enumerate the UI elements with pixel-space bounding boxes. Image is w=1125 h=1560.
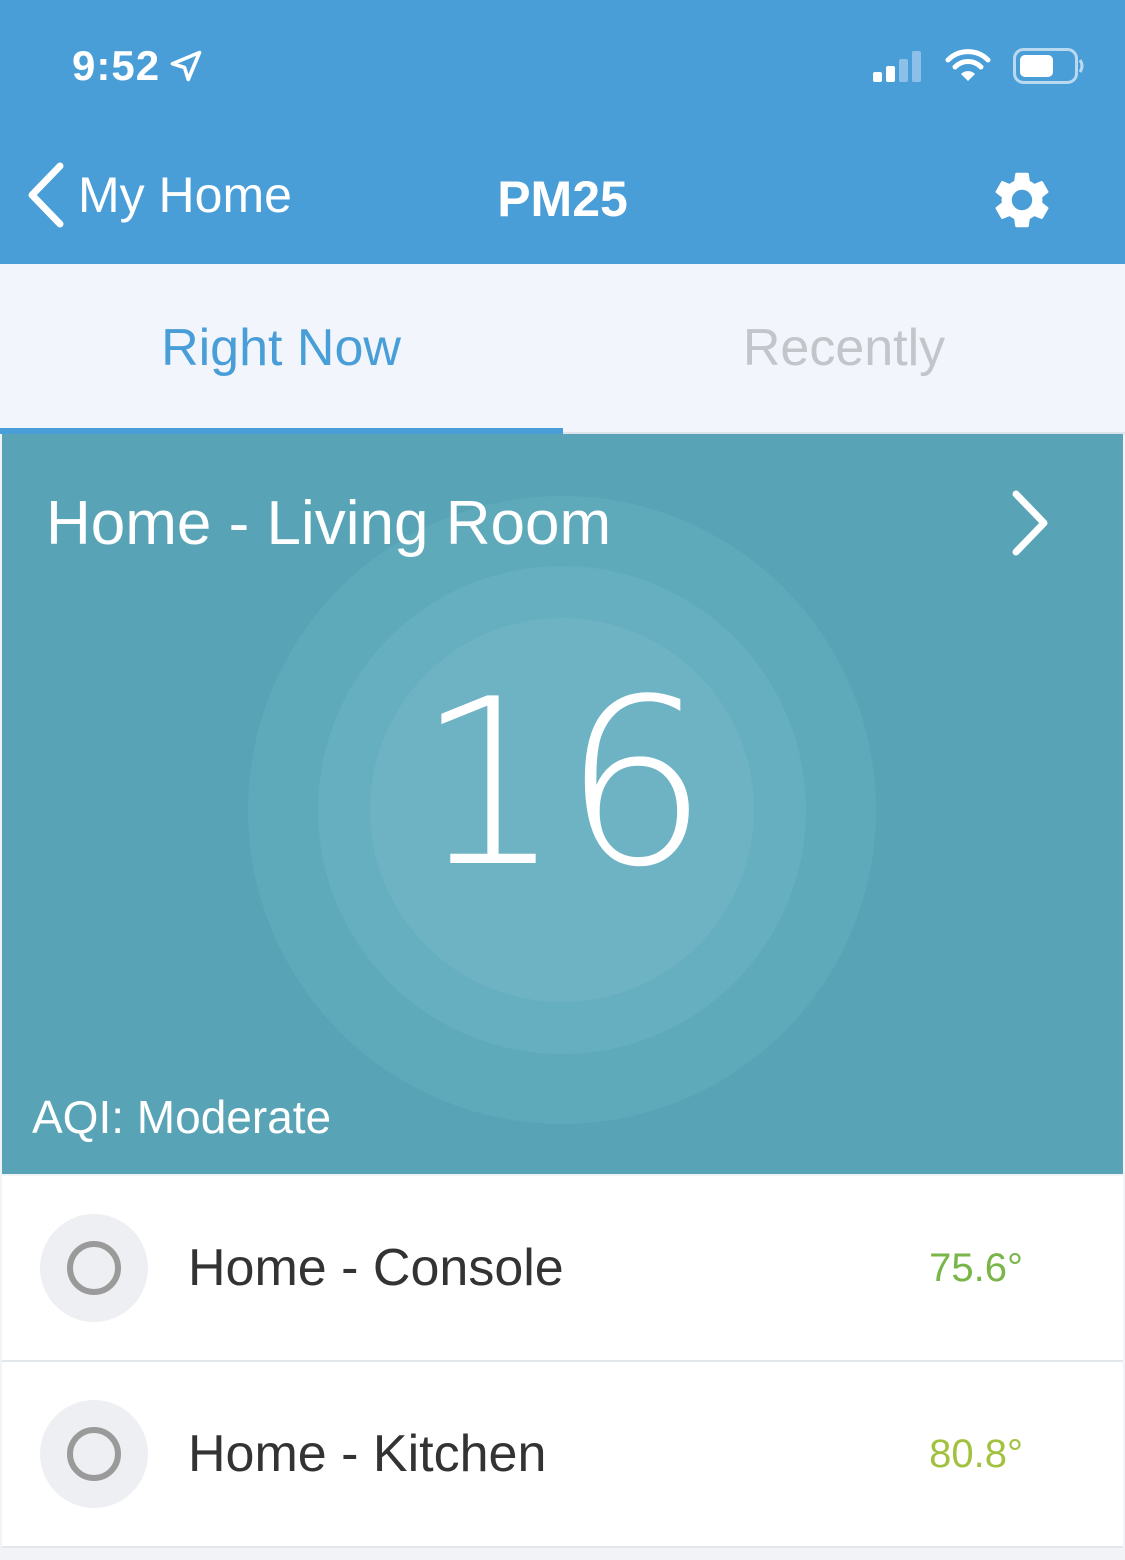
circle-icon — [67, 1241, 121, 1295]
tab-recently[interactable]: Recently — [563, 264, 1125, 432]
sensor-temperature: 80.8° — [929, 1431, 1023, 1476]
chevron-left-icon — [28, 162, 64, 228]
location-arrow-icon — [170, 50, 202, 82]
sensor-avatar — [40, 1400, 148, 1508]
tab-bar: Right Now Recently — [0, 264, 1125, 434]
page-title: PM25 — [497, 171, 628, 227]
wifi-icon — [945, 49, 991, 81]
list-item[interactable]: Home - Kitchen 80.8° — [2, 1362, 1123, 1548]
sensor-list: Home - Console 75.6° Home - Kitchen 80.8… — [0, 1176, 1125, 1548]
status-icons — [873, 48, 1085, 84]
tab-right-now[interactable]: Right Now — [0, 264, 562, 432]
aqi-status: AQI: Moderate — [32, 1091, 332, 1143]
settings-button[interactable] — [988, 166, 1056, 239]
sensor-avatar — [40, 1214, 148, 1322]
status-time-label: 9:52 — [72, 42, 161, 89]
status-time: 9:52 — [72, 42, 204, 90]
gear-icon — [995, 172, 1049, 228]
list-item[interactable]: Home - Console 75.6° — [2, 1176, 1123, 1362]
app-header: 9:52 My Home PM25 — [0, 0, 1125, 264]
sensor-name: Home - Kitchen — [188, 1425, 547, 1483]
back-button[interactable]: My Home — [22, 160, 292, 230]
cellular-signal-icon — [873, 51, 921, 82]
pm25-value: 16 — [416, 651, 709, 918]
tab-right-now-label: Right Now — [161, 319, 401, 377]
sensor-name: Home - Console — [188, 1239, 564, 1297]
battery-icon — [1013, 48, 1084, 84]
chevron-right-icon — [1008, 488, 1052, 563]
tab-recently-label: Recently — [742, 319, 946, 377]
circle-icon — [67, 1427, 121, 1481]
sensor-location: Home - Living Room — [46, 489, 612, 558]
sensor-temperature: 75.6° — [929, 1245, 1023, 1290]
current-reading-card[interactable]: Home - Living Room 16 AQI: Moderate — [2, 434, 1123, 1174]
back-button-label: My Home — [78, 167, 292, 223]
